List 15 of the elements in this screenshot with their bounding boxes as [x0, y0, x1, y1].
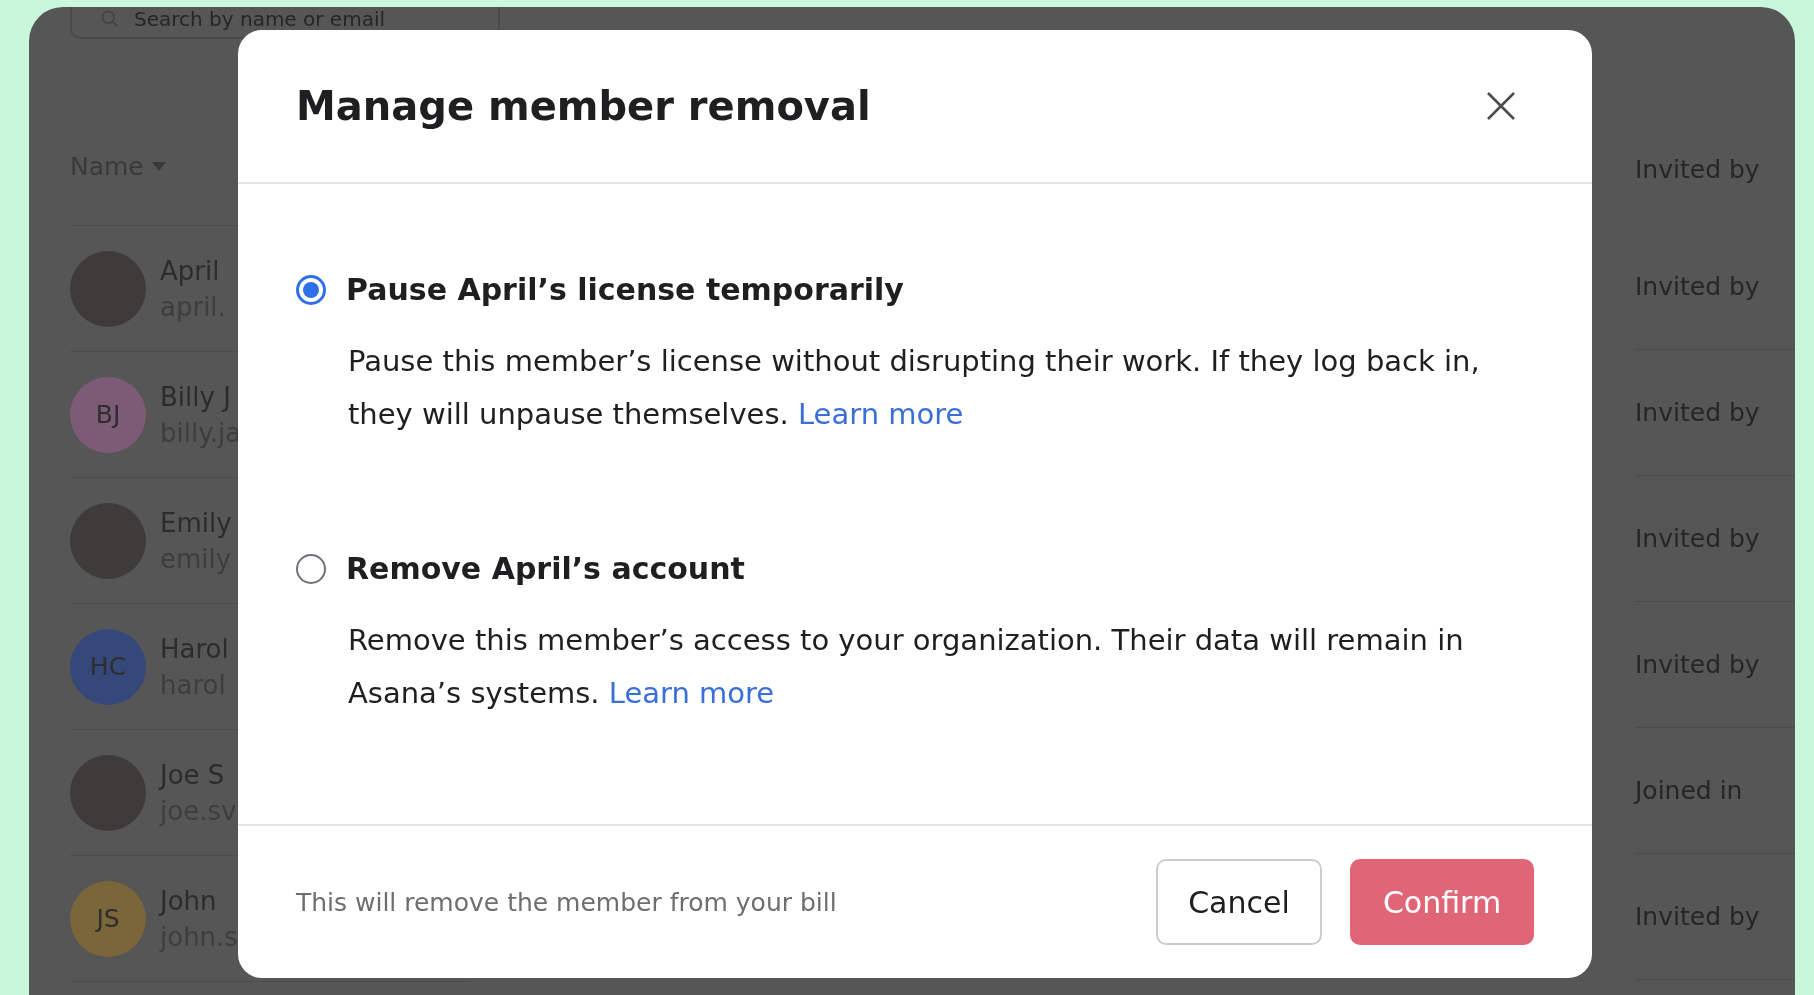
- footer-note: This will remove the member from your bill: [296, 887, 838, 917]
- option-description: Pause this member’s license without disrupting their work. If they log back in, they will unpause themselves. Learn more: [348, 343, 1481, 433]
- learn-more-link[interactable]: Learn more: [608, 676, 775, 710]
- learn-more-link[interactable]: Learn more: [797, 397, 964, 431]
- avatar: BJ: [70, 376, 146, 453]
- avatar: HC: [70, 628, 146, 705]
- option-label[interactable]: Pause April’s license temporarily: [346, 272, 904, 307]
- radio-button[interactable]: [296, 553, 326, 584]
- avatar: JS: [70, 880, 146, 957]
- cancel-button[interactable]: Cancel: [1156, 859, 1322, 945]
- confirm-button[interactable]: Confirm: [1350, 859, 1534, 945]
- option-description: Remove this member’s access to your organization. Their data will remain in Asana’s systems. Learn more: [348, 622, 1465, 712]
- dialog-title: Manage member removal: [296, 83, 871, 129]
- radio-button[interactable]: [296, 274, 326, 305]
- option-label[interactable]: Remove April’s account: [346, 551, 745, 586]
